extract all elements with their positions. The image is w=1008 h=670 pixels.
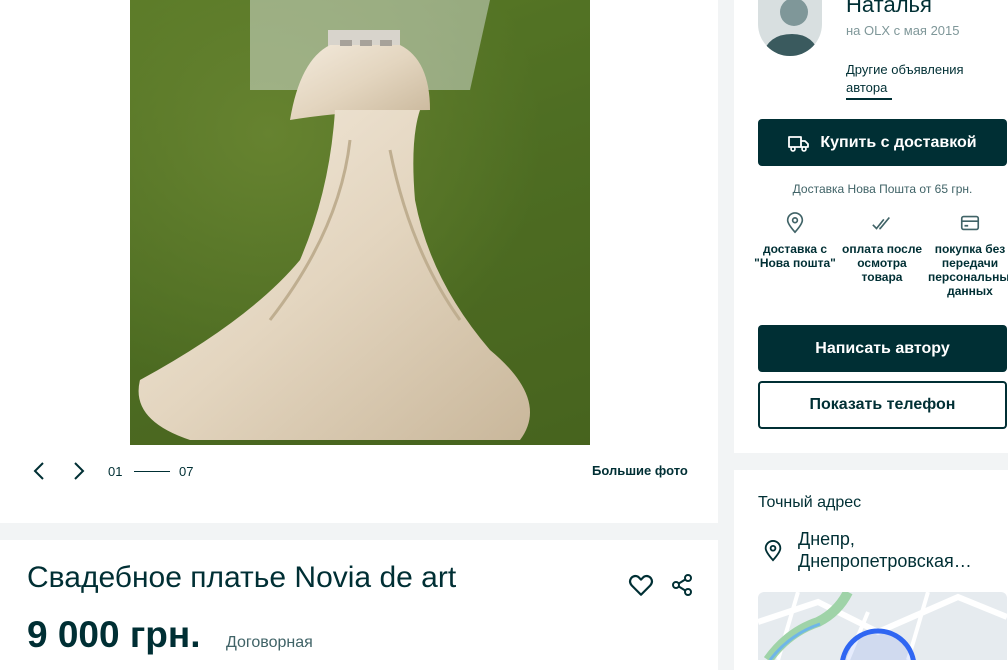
seller-since: на OLX с мая 2015 — [846, 23, 960, 38]
write-to-author-label: Написать автору — [815, 339, 950, 357]
show-phone-button[interactable]: Показать телефон — [758, 381, 1007, 429]
location-pin-icon — [786, 212, 804, 234]
write-to-author-button[interactable]: Написать автору — [758, 325, 1007, 372]
other-ads-underline — [846, 98, 892, 100]
favorite-heart-icon[interactable] — [628, 572, 654, 598]
ad-title: Свадебное платье Novia de art — [27, 561, 457, 594]
next-arrow-icon[interactable] — [66, 459, 90, 483]
counter-divider — [134, 471, 170, 472]
card-icon — [960, 215, 980, 231]
address-text: Днепр, Днепропетровская… — [798, 528, 1004, 572]
double-check-icon — [872, 216, 890, 230]
truck-icon — [788, 135, 810, 152]
delivery-price-note: Доставка Нова Пошта от 65 грн. — [792, 182, 973, 196]
feature-label: оплата после осмотра товара — [842, 242, 922, 284]
photo-total-count: 07 — [179, 464, 194, 479]
share-icon[interactable] — [670, 573, 694, 597]
feature-pay-after-inspection: оплата после осмотра товара — [841, 212, 923, 284]
address-region: Днепропетровская… — [798, 551, 972, 571]
prev-arrow-icon[interactable] — [28, 459, 52, 483]
photo-current-index: 01 — [108, 464, 123, 479]
feature-nova-poshta: доставка с "Нова пошта" — [753, 212, 837, 270]
price-negotiable-label: Договорная — [226, 634, 313, 651]
location-map[interactable] — [758, 592, 1007, 660]
show-phone-label: Показать телефон — [809, 396, 956, 413]
map-illustration — [758, 592, 1007, 660]
dress-photo[interactable] — [130, 0, 590, 445]
big-photos-link[interactable]: Большие фото — [592, 463, 688, 478]
feature-label: доставка с "Нова пошта" — [754, 242, 836, 270]
buy-with-delivery-label: Купить с доставкой — [820, 133, 977, 151]
address-heading: Точный адрес — [758, 494, 862, 511]
feature-label: покупка без передачи персональных данных — [928, 242, 1008, 298]
feature-no-personal-data: покупка без передачи персональных данных — [928, 212, 1008, 298]
seller-name: Наталья — [846, 0, 932, 17]
dress-illustration — [130, 0, 590, 445]
address-pin-icon — [764, 540, 782, 562]
address-city: Днепр, — [798, 529, 855, 549]
other-ads-link[interactable]: Другие объявления автора — [846, 61, 986, 97]
buy-with-delivery-button[interactable]: Купить с доставкой — [758, 119, 1007, 166]
ad-price: 9 000 грн. — [27, 614, 201, 655]
